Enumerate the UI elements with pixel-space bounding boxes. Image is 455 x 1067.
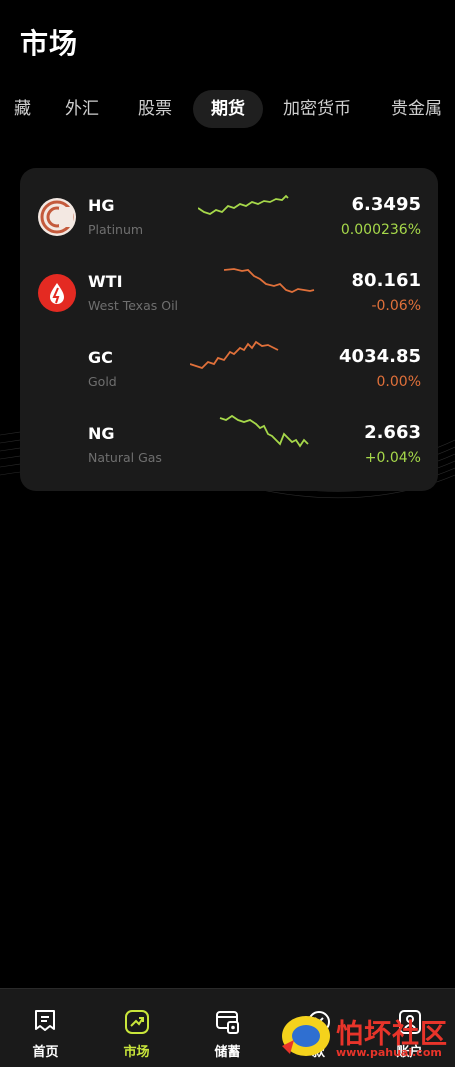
home-icon bbox=[35, 1010, 55, 1031]
nav-item-savings[interactable]: 储蓄 bbox=[182, 989, 273, 1067]
futures-symbol: GC bbox=[88, 348, 113, 367]
watermark-overlay: 怕坏社区 www.pahuai.com bbox=[276, 1010, 451, 1064]
futures-price: 2.663 bbox=[364, 422, 421, 443]
futures-price: 6.3495 bbox=[351, 194, 421, 215]
futures-row-ng[interactable]: NG Natural Gas 2.663 +0.04% bbox=[20, 414, 438, 490]
nav-label: 首页 bbox=[32, 1045, 59, 1060]
copper-logo-icon bbox=[38, 198, 76, 236]
futures-name: Gold bbox=[88, 374, 117, 389]
tab-partial-left[interactable]: 藏 bbox=[14, 90, 31, 128]
futures-change: -0.06% bbox=[371, 298, 421, 314]
watermark-logo-icon bbox=[282, 1016, 330, 1056]
tab-crypto[interactable]: 加密货币 bbox=[283, 90, 351, 128]
watermark-url: www.pahuai.com bbox=[336, 1046, 442, 1059]
page-title: 市场 bbox=[20, 27, 79, 60]
sparkline-chart bbox=[219, 414, 309, 448]
tab-futures[interactable]: 期货 bbox=[193, 90, 263, 128]
sparkline-chart bbox=[190, 340, 279, 370]
futures-change: 0.00% bbox=[376, 374, 421, 390]
futures-change: 0.000236% bbox=[340, 222, 421, 238]
futures-row-hg[interactable]: HG Platinum 6.3495 0.000236% bbox=[20, 186, 438, 262]
futures-symbol: HG bbox=[88, 196, 115, 215]
nav-label: 市场 bbox=[123, 1045, 150, 1060]
market-tabs: 藏 外汇 股票 期货 加密货币 贵金属 bbox=[0, 90, 455, 130]
sparkline-chart bbox=[224, 268, 315, 293]
futures-name: Natural Gas bbox=[88, 450, 162, 465]
futures-card: HG Platinum 6.3495 0.000236% WTI West Te… bbox=[20, 168, 438, 491]
oil-drop-logo-icon bbox=[38, 274, 76, 312]
futures-row-gc[interactable]: GC Gold 4034.85 0.00% bbox=[20, 338, 438, 414]
tab-forex[interactable]: 外汇 bbox=[65, 90, 99, 128]
tab-stocks[interactable]: 股票 bbox=[138, 90, 172, 128]
tab-precious-metals[interactable]: 贵金属 bbox=[391, 90, 442, 128]
futures-row-wti[interactable]: WTI West Texas Oil 80.161 -0.06% bbox=[20, 262, 438, 338]
savings-icon bbox=[216, 1011, 239, 1034]
sparkline-chart bbox=[198, 194, 289, 215]
futures-price: 80.161 bbox=[351, 270, 421, 291]
futures-price: 4034.85 bbox=[339, 346, 421, 367]
futures-symbol: WTI bbox=[88, 272, 123, 291]
futures-symbol: NG bbox=[88, 424, 115, 443]
market-icon bbox=[125, 1010, 149, 1034]
nav-item-market[interactable]: 市场 bbox=[91, 989, 182, 1067]
futures-change: +0.04% bbox=[364, 450, 421, 466]
futures-name: Platinum bbox=[88, 222, 144, 237]
futures-name: West Texas Oil bbox=[88, 298, 179, 313]
nav-label: 储蓄 bbox=[214, 1045, 241, 1060]
nav-item-home[interactable]: 首页 bbox=[0, 989, 91, 1067]
